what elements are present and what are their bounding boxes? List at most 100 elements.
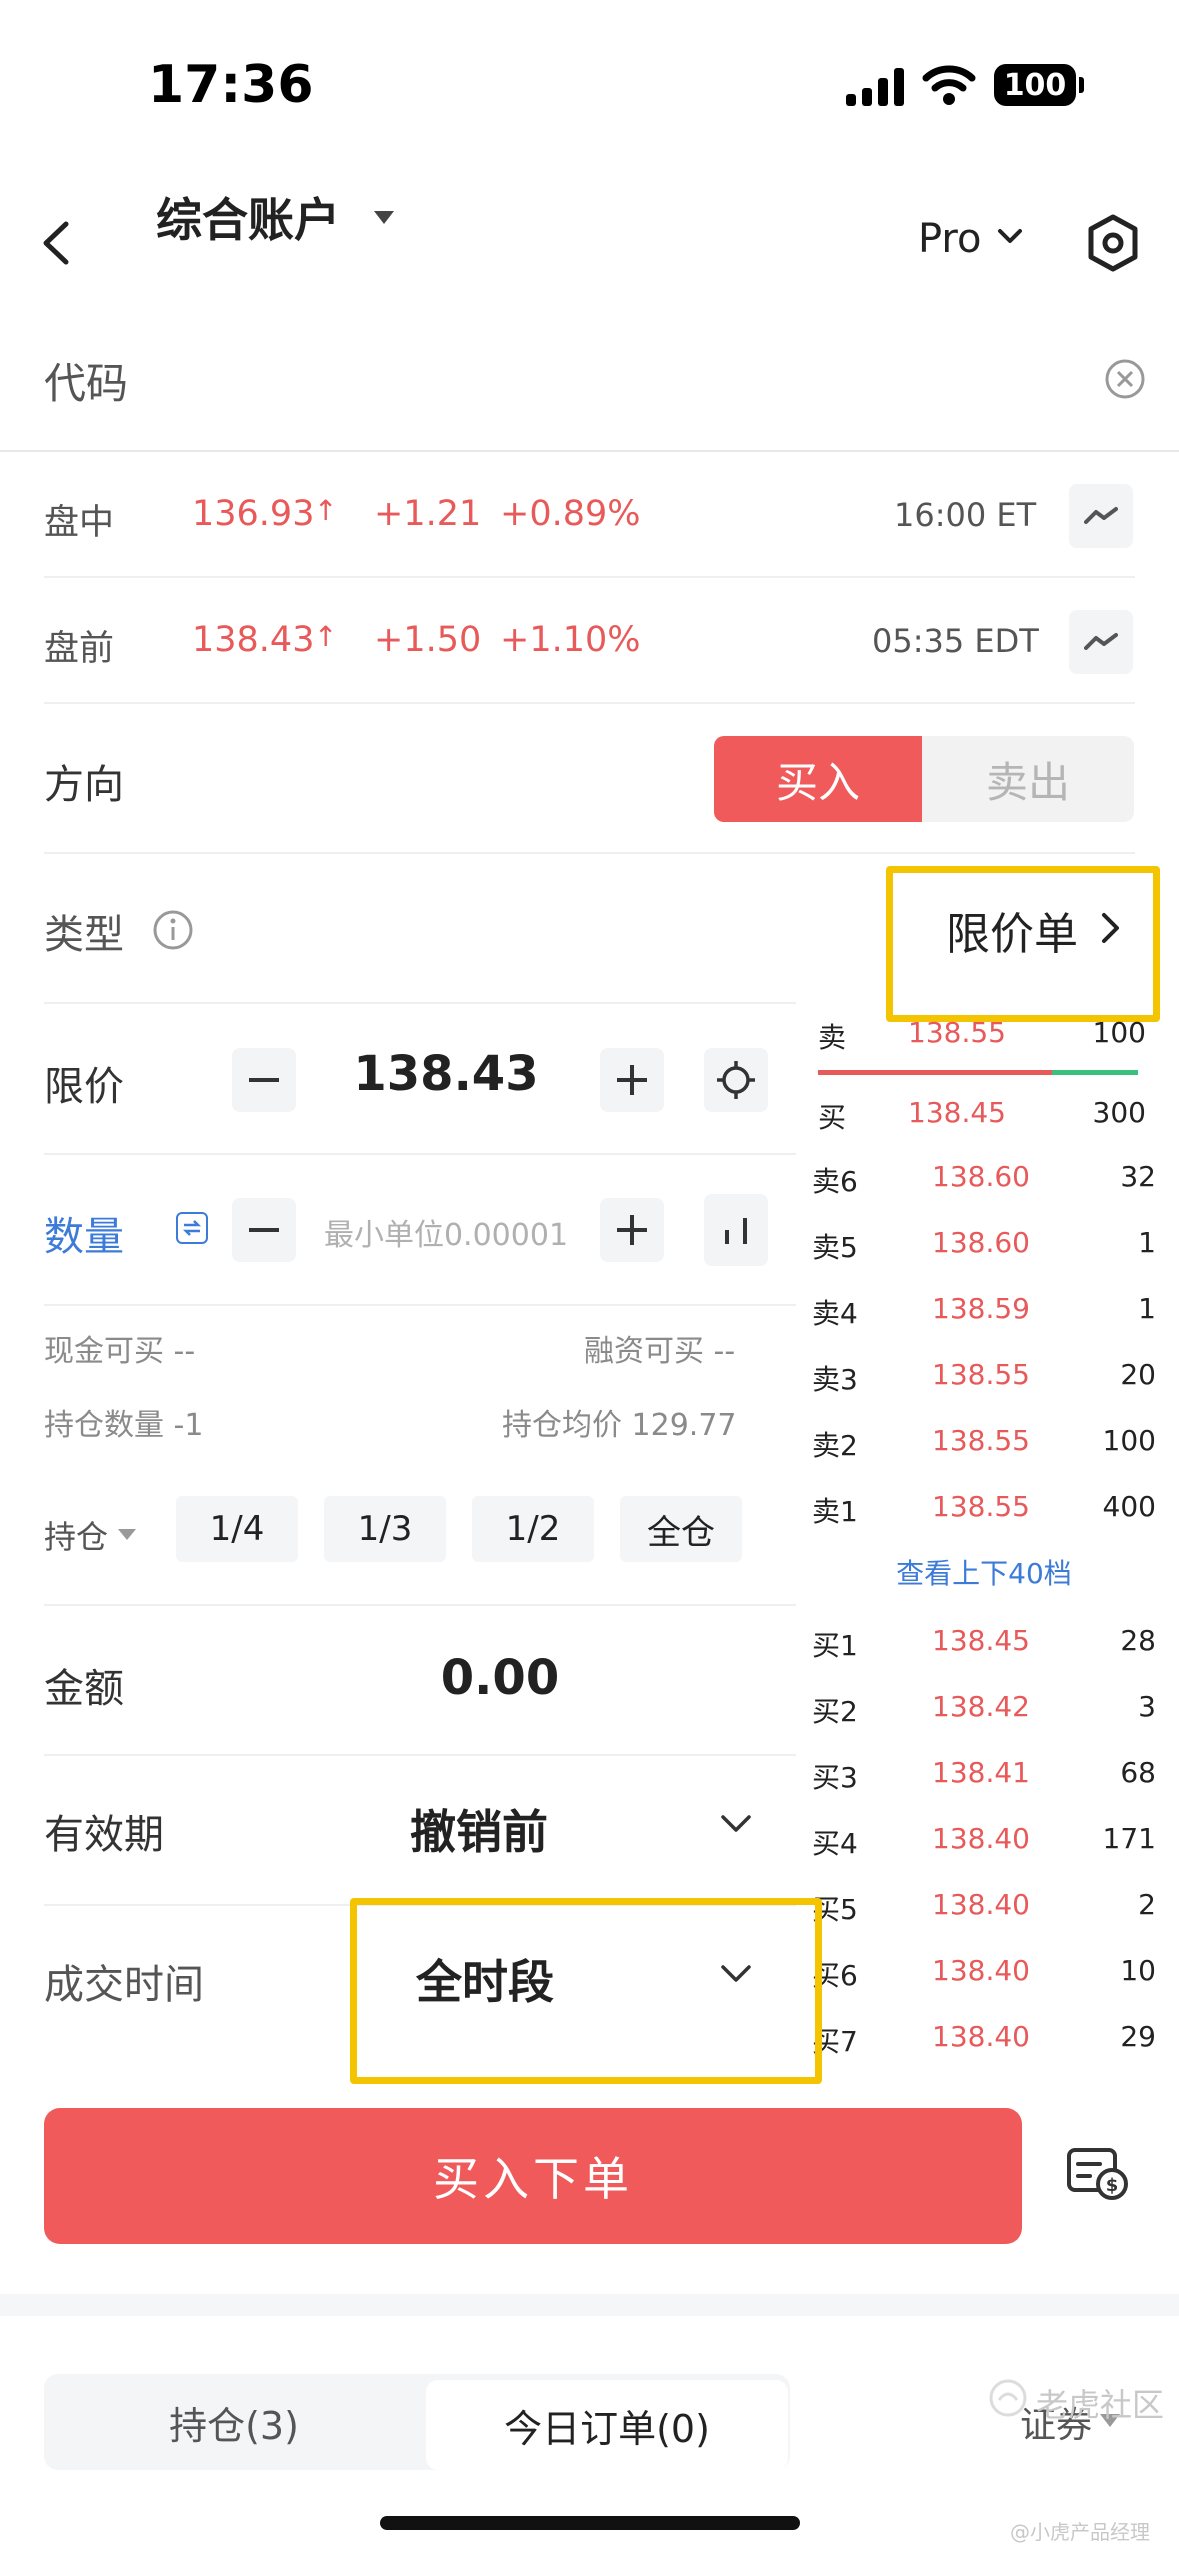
- bid-qty: 10: [1120, 1954, 1156, 1987]
- ask-row[interactable]: 卖2 138.55 100: [812, 1416, 1156, 1466]
- quantity-minus-button[interactable]: [232, 1198, 296, 1262]
- battery-icon: 100: [994, 64, 1076, 106]
- mini-chart-button[interactable]: [1069, 484, 1133, 548]
- minus-icon: [249, 1078, 279, 1082]
- ask-row[interactable]: 卖5 138.60 1: [812, 1218, 1156, 1268]
- code-input[interactable]: 代码: [44, 350, 1094, 410]
- divider: [44, 1304, 796, 1306]
- bid-qty: 2: [1138, 1888, 1156, 1921]
- bid-row[interactable]: 买7 138.40 29: [812, 2012, 1156, 2062]
- bid-row[interactable]: 买4 138.40 171: [812, 1814, 1156, 1864]
- top-ask-row: 卖 138.55 100: [818, 1016, 1146, 1060]
- ask-row[interactable]: 卖4 138.59 1: [812, 1284, 1156, 1334]
- ask-qty: 100: [1102, 1424, 1156, 1457]
- fraction-third-button[interactable]: 1/3: [324, 1496, 446, 1562]
- quantity-label: 数量: [44, 1214, 124, 1260]
- funds-icon[interactable]: $: [1066, 2146, 1130, 2206]
- plus-icon: [617, 1215, 647, 1245]
- price-minus-button[interactable]: [232, 1048, 296, 1112]
- quantity-plus-button[interactable]: [600, 1198, 664, 1262]
- svg-text:$: $: [1106, 2175, 1119, 2196]
- price-locate-button[interactable]: [704, 1048, 768, 1112]
- ask-bid-ratio-bar: [818, 1070, 1138, 1075]
- account-selector[interactable]: 综合账户: [156, 184, 394, 250]
- ask-qty: 1: [1138, 1226, 1156, 1259]
- quote-change: +1.50: [374, 620, 482, 660]
- battery-tip: [1079, 77, 1084, 93]
- section-gap: [0, 2294, 1179, 2316]
- watermark-text: 老虎社区: [1036, 2386, 1165, 2424]
- session-label: 盘中: [44, 503, 115, 543]
- back-button[interactable]: [38, 218, 74, 272]
- bid-row[interactable]: 买3 138.41 68: [812, 1748, 1156, 1798]
- settings-icon[interactable]: [1086, 213, 1140, 277]
- fraction-half-button[interactable]: 1/2: [472, 1496, 594, 1562]
- tab-today-orders[interactable]: 今日订单(0): [426, 2380, 788, 2470]
- limit-price-value[interactable]: 138.43: [300, 1046, 592, 1102]
- direction-toggle: 买入 卖出: [714, 736, 1134, 822]
- ask-level: 卖3: [812, 1363, 858, 1396]
- status-bar: 17:36 100: [0, 0, 1179, 150]
- bid-row[interactable]: 买6 138.40 10: [812, 1946, 1156, 1996]
- ask-ratio-fill: [818, 1070, 1052, 1075]
- view-more-levels-link[interactable]: 查看上下40档: [812, 1552, 1156, 1592]
- ask-qty: 32: [1120, 1160, 1156, 1193]
- divider: [44, 1002, 796, 1004]
- ask-row[interactable]: 卖6 138.60 32: [812, 1152, 1156, 1202]
- bid-qty: 3: [1138, 1690, 1156, 1723]
- crosshair-icon: [717, 1061, 755, 1099]
- pro-mode-toggle[interactable]: Pro: [918, 216, 1023, 262]
- bid-price: 138.42: [932, 1690, 1030, 1723]
- ask-level: 卖2: [812, 1429, 858, 1462]
- quantity-chart-button[interactable]: [704, 1194, 768, 1266]
- fraction-full-button[interactable]: 全仓: [620, 1496, 742, 1562]
- validity-selector[interactable]: 撤销前: [410, 1796, 760, 1859]
- status-time: 17:36: [148, 55, 314, 115]
- price-plus-button[interactable]: [600, 1048, 664, 1112]
- highlight-box-order-type: [886, 866, 1160, 1022]
- pro-label: Pro: [918, 216, 982, 262]
- tab-positions[interactable]: 持仓(3): [44, 2374, 424, 2470]
- clear-icon[interactable]: [1104, 358, 1146, 404]
- buy-tab[interactable]: 买入: [714, 736, 922, 822]
- ask-price: 138.55: [932, 1424, 1030, 1457]
- watermark-logo-icon: [988, 2378, 1028, 2422]
- bid-row[interactable]: 买5 138.40 2: [812, 1880, 1156, 1930]
- position-dropdown[interactable]: 持仓: [44, 1512, 137, 1558]
- mini-chart-button[interactable]: [1069, 610, 1133, 674]
- bid-price: 138.41: [932, 1756, 1030, 1789]
- top-bid-label: 买: [818, 1101, 847, 1134]
- trade-time-label: 成交时间: [44, 1962, 204, 2008]
- caret-down-icon: [118, 1526, 137, 1545]
- bid-row[interactable]: 买1 138.45 28: [812, 1616, 1156, 1666]
- quote-time: 16:00 ET: [894, 496, 1037, 534]
- home-indicator: [380, 2516, 800, 2530]
- submit-label: 买入下单: [433, 2152, 633, 2206]
- ask-qty: 400: [1102, 1490, 1156, 1523]
- battery-level: 100: [1003, 67, 1067, 103]
- margin-buy-info: 融资可买 --: [584, 1334, 736, 1369]
- fraction-quarter-button[interactable]: 1/4: [176, 1496, 298, 1562]
- bid-price: 138.40: [932, 1954, 1030, 1987]
- ask-level: 卖1: [812, 1495, 858, 1528]
- sell-tab[interactable]: 卖出: [922, 736, 1134, 822]
- bid-price: 138.45: [932, 1624, 1030, 1657]
- ask-row[interactable]: 卖3 138.55 20: [812, 1350, 1156, 1400]
- ask-level: 卖4: [812, 1297, 858, 1330]
- quote-pct: +1.10%: [500, 620, 641, 660]
- bid-row[interactable]: 买2 138.42 3: [812, 1682, 1156, 1732]
- top-bid-row: 买 138.45 300: [818, 1096, 1146, 1140]
- minus-icon: [249, 1228, 279, 1232]
- top-bid-qty: 300: [1092, 1096, 1146, 1129]
- quote-row-regular: 盘中 136.93 ↑ +1.21 +0.89% 16:00 ET: [44, 490, 1135, 546]
- unit-switch-icon[interactable]: [176, 1212, 208, 1244]
- bid-level: 买4: [812, 1827, 858, 1860]
- quantity-input[interactable]: 最小单位0.00001: [300, 1210, 592, 1254]
- info-icon[interactable]: [152, 909, 194, 955]
- submit-order-button[interactable]: 买入下单: [44, 2108, 1022, 2244]
- quote-row-premarket: 盘前 138.43 ↑ +1.50 +1.10% 05:35 EDT: [44, 616, 1135, 672]
- ask-price: 138.59: [932, 1292, 1030, 1325]
- direction-label: 方向: [44, 762, 124, 808]
- position-qty-info: 持仓数量 -1: [44, 1408, 204, 1443]
- ask-row[interactable]: 卖1 138.55 400: [812, 1482, 1156, 1532]
